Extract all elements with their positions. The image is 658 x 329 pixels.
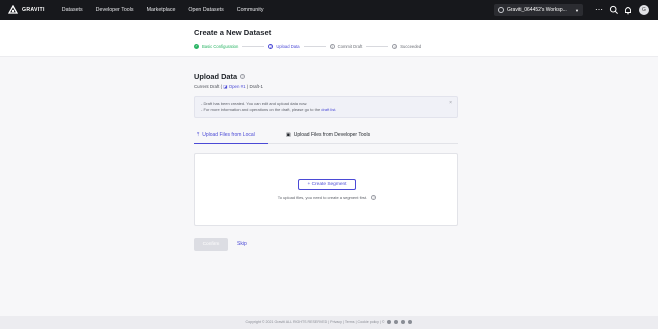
discord-icon[interactable] — [394, 320, 399, 325]
page-title: Create a New Dataset — [194, 28, 272, 37]
step-label: Succeeded — [400, 44, 422, 49]
graviti-logo-icon — [8, 5, 18, 14]
step-label: Basic Configuration — [202, 44, 239, 49]
upload-icon: ⤒ — [197, 132, 200, 138]
top-navigation-bar: GRAVITI Datasets Developer Tools Marketp… — [0, 0, 658, 20]
notice-line-2: - For more information and operations on… — [201, 107, 451, 113]
segment-hint: To upload files, you need to create a se… — [195, 195, 459, 201]
terminal-icon: ▣ — [286, 132, 291, 138]
tab-label: Upload Files from Local — [202, 132, 255, 138]
tab-upload-developer-tools[interactable]: ▣ Upload Files from Developer Tools — [286, 130, 370, 140]
step-connector — [242, 46, 265, 47]
github-icon[interactable] — [387, 320, 392, 325]
email-icon[interactable] — [408, 320, 413, 325]
nav-developer-tools[interactable]: Developer Tools — [96, 7, 134, 13]
skip-button[interactable]: Skip — [237, 241, 247, 247]
draft-open-label: Open #1 — [228, 84, 246, 89]
nav-datasets[interactable]: Datasets — [62, 7, 83, 13]
help-icon[interactable]: ? — [240, 74, 246, 79]
draft-prefix: Current Draft ( — [194, 84, 223, 89]
upload-dropzone: + Create Segment To upload files, you ne… — [194, 153, 458, 226]
step-number: 3 — [329, 44, 335, 49]
step-label: Commit Draft — [337, 44, 363, 49]
active-tab-indicator — [194, 142, 268, 144]
nav-open-datasets[interactable]: Open Datasets — [188, 7, 223, 13]
nav-community[interactable]: Community — [237, 7, 264, 13]
step-succeeded: 4 Succeeded — [392, 44, 421, 49]
step-label: Upload Data — [276, 44, 300, 49]
draft-suffix: ) Draft-1 — [246, 84, 263, 89]
step-progress: ✓ Basic Configuration 2 Upload Data 3 Co… — [194, 44, 421, 49]
create-segment-button[interactable]: + Create Segment — [298, 179, 356, 190]
step-basic-configuration: ✓ Basic Configuration — [194, 44, 238, 49]
nav-marketplace[interactable]: Marketplace — [147, 7, 176, 13]
search-icon[interactable] — [609, 5, 619, 15]
bell-icon[interactable] — [623, 5, 633, 15]
check-icon: ✓ — [194, 44, 199, 49]
main-nav: Datasets Developer Tools Marketplace Ope… — [62, 7, 277, 13]
close-icon[interactable]: × — [449, 100, 452, 106]
notice-line-2-text: - For more information and operations on… — [201, 107, 322, 112]
draft-icon: ◪ — [223, 84, 228, 89]
tab-label: Upload Files from Developer Tools — [293, 132, 371, 138]
step-number: 4 — [392, 44, 398, 49]
brand-name: GRAVITI — [22, 7, 45, 13]
step-connector — [303, 46, 326, 47]
caret-down-icon: ▼ — [575, 7, 579, 13]
step-connector — [366, 46, 389, 47]
segment-hint-text: To upload files, you need to create a se… — [277, 195, 368, 200]
confirm-button[interactable]: Confirm — [194, 238, 228, 251]
avatar[interactable]: G — [639, 5, 649, 15]
wechat-icon[interactable] — [401, 320, 406, 325]
step-upload-data: 2 Upload Data — [268, 44, 300, 49]
step-commit-draft: 3 Commit Draft — [329, 44, 363, 49]
current-draft-info: Current Draft ( ◪ Open #1 ) Draft-1 — [194, 84, 263, 90]
workspace-name: Graviti_064452's Worksp... — [507, 7, 567, 13]
step-number: 2 — [268, 44, 274, 49]
workspace-icon — [498, 7, 504, 13]
help-icon[interactable]: ? — [371, 195, 377, 201]
footer-text: Copyright © 2021 Graviti ALL RIGHTS RESE… — [245, 320, 385, 324]
section-title: Upload Data ? — [194, 72, 246, 81]
brand[interactable]: GRAVITI — [8, 5, 45, 15]
tab-upload-local[interactable]: ⤒ Upload Files from Local — [197, 130, 255, 140]
page-header: Create a New Dataset ✓ Basic Configurati… — [0, 20, 658, 57]
draft-open-link[interactable]: ◪ Open #1 — [223, 84, 245, 89]
more-icon[interactable]: ⋯ — [594, 5, 604, 15]
footer: Copyright © 2021 Graviti ALL RIGHTS RESE… — [0, 316, 658, 329]
upload-tabs: ⤒ Upload Files from Local ▣ Upload Files… — [194, 128, 458, 144]
workspace-selector[interactable]: Graviti_064452's Worksp... ▼ — [494, 4, 583, 16]
draft-list-link[interactable]: draft list. — [321, 107, 336, 112]
section-title-text: Upload Data — [194, 72, 238, 81]
info-notice: - Draft has been created. You can edit a… — [194, 96, 458, 118]
